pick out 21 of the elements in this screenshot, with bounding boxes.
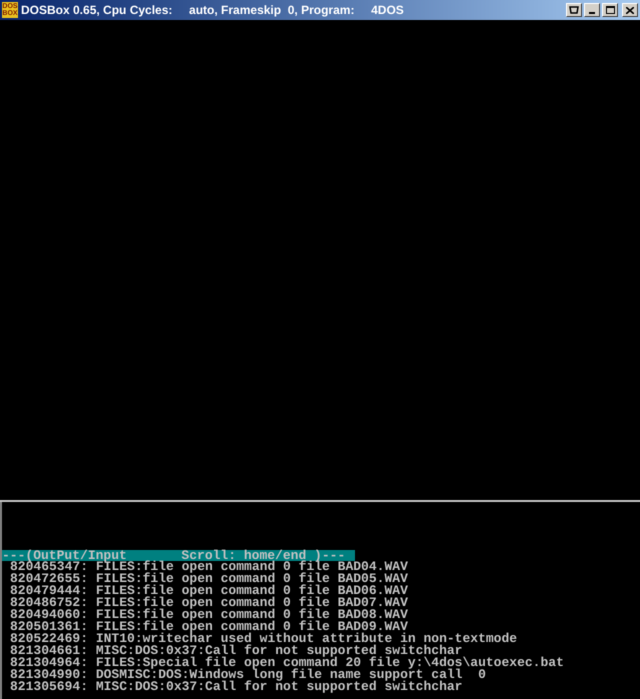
restore-button[interactable] — [566, 3, 582, 17]
close-icon — [626, 6, 634, 14]
log-line: 820479444: FILES:file open command 0 file BAD06.WAV — [10, 585, 409, 597]
minimize-icon — [589, 12, 595, 14]
log-line: 820486752: FILES:file open command 0 file BAD07.WAV — [10, 597, 409, 609]
log-line: 821304661: MISC:DOS:0x37:Call for not supported switchchar — [10, 645, 462, 657]
log-line: 820522469: INT10:writechar used without attribute in non-textmode — [10, 633, 518, 645]
maximize-icon — [606, 6, 614, 14]
log-line: 820472655: FILES:file open command 0 file BAD05.WAV — [10, 573, 409, 585]
window-mode-icon — [569, 6, 579, 14]
log-line: 820465347: FILES:file open command 0 file BAD04.WAV — [10, 561, 409, 573]
log-line: 820501361: FILES:file open command 0 file BAD09.WAV — [10, 621, 408, 633]
close-button[interactable] — [622, 3, 638, 17]
console-header: ---(OutPut/Input Scroll: home/end )--- — [2, 550, 355, 561]
log-line: 821304964: FILES:Special file open command 20 file y:\4dos\autoexec.bat — [10, 657, 565, 669]
minimize-button[interactable] — [584, 3, 600, 17]
window-title: DOSBox 0.65, Cpu Cycles: auto, Frameskip 0, Program: 4DOS — [21, 2, 404, 19]
log-line: 821305694: MISC:DOS:0x37:Call for not supported switchchar — [10, 681, 464, 693]
maximize-button[interactable] — [602, 3, 618, 17]
log-line: 820494060: FILES:file open command 0 file BAD08.WAV — [10, 609, 409, 621]
log-line: 821304990: DOSMISC:DOS:Windows long file name support call 0 — [10, 669, 486, 681]
